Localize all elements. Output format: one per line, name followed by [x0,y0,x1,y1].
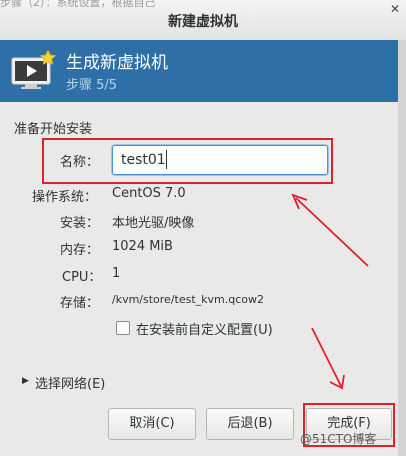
install-value: 本地光驱/映像 [112,216,195,231]
back-button[interactable]: 后退(B) [206,408,294,440]
wizard-header: 生成新虚拟机 步骤 5/5 [0,40,398,102]
cpu-value: 1 [112,266,121,281]
os-label: 操作系统： [32,190,98,205]
wizard-step: 步骤 5/5 [66,78,118,93]
wizard-title: 生成新虚拟机 [66,53,168,73]
background-window-text: 步骤（2）：系统设置，根据自己 [0,0,156,9]
storage-label: 存储： [60,296,100,311]
text-caret [166,150,167,169]
dialog-titlebar: 步骤（2）：系统设置，根据自己 新建虚拟机 ✕ [0,0,406,41]
memory-value: 1024 MiB [112,239,173,254]
cpu-label: CPU： [62,270,102,285]
os-value: CentOS 7.0 [112,186,186,201]
expander-arrow-icon[interactable]: ▶ [22,376,29,386]
memory-label: 内存： [60,243,100,258]
install-label: 安装： [60,216,100,231]
customize-checkbox[interactable] [116,321,130,335]
section-label: 准备开始安装 [14,122,93,137]
dialog-title: 新建虚拟机 [168,14,238,30]
customize-label[interactable]: 在安装前自定义配置(U) [136,319,273,338]
window-edge [398,40,406,456]
name-input[interactable]: test01 [112,145,328,175]
name-label: 名称： [60,155,100,170]
close-icon[interactable]: ✕ [388,2,402,16]
network-expander[interactable]: 选择网络(E) [35,373,105,392]
monitor-play-icon [11,50,56,89]
storage-value: /kvm/store/test_kvm.qcow2 [112,293,265,306]
cancel-button[interactable]: 取消(C) [108,408,196,440]
watermark: @51CTO博客 [300,432,377,446]
